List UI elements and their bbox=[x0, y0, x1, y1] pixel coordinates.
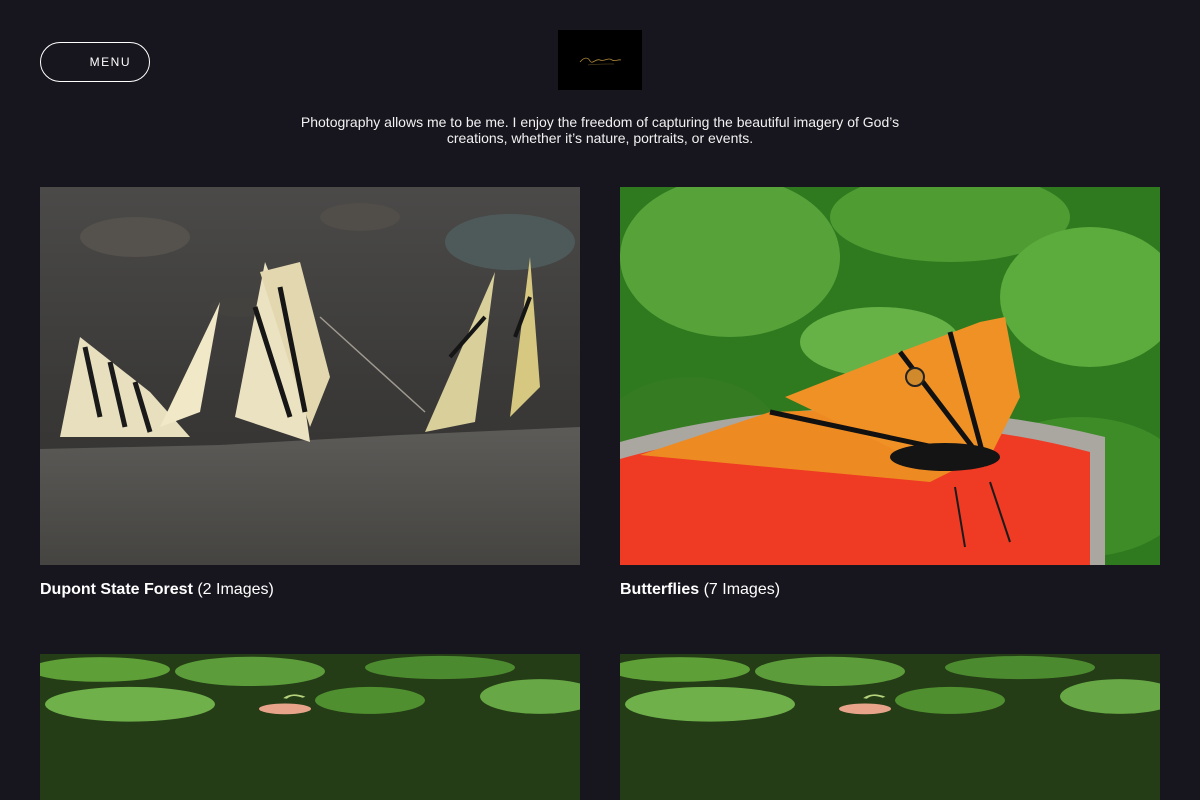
gallery-title: Butterflies bbox=[620, 581, 700, 598]
gallery-item[interactable]: Dupont State Forest (2 Images) bbox=[40, 187, 580, 599]
gallery-thumbnail-flower[interactable] bbox=[40, 654, 580, 800]
site-logo[interactable] bbox=[558, 30, 642, 90]
menu-label: MENU bbox=[89, 55, 131, 69]
page: MENU Photography allows me to be me. I e… bbox=[0, 0, 1200, 800]
gallery-count: (2 Images) bbox=[197, 581, 274, 598]
site-tagline: Photography allows me to be me. I enjoy … bbox=[300, 114, 900, 146]
gallery-thumbnail-flower[interactable] bbox=[620, 654, 1160, 800]
gallery-item[interactable] bbox=[40, 654, 580, 800]
gallery-item[interactable]: Butterflies (7 Images) bbox=[620, 187, 1160, 599]
gallery-caption[interactable]: Butterflies (7 Images) bbox=[620, 581, 1160, 599]
gallery-item[interactable] bbox=[620, 654, 1160, 800]
gallery-thumbnail-monarch[interactable] bbox=[620, 187, 1160, 565]
gallery-count: (7 Images) bbox=[703, 581, 781, 598]
gallery-caption[interactable]: Dupont State Forest (2 Images) bbox=[40, 581, 580, 599]
gallery-thumbnail-swallowtails[interactable] bbox=[40, 187, 580, 565]
logo-signature bbox=[579, 57, 622, 66]
menu-button[interactable]: MENU bbox=[40, 42, 150, 82]
gallery-title: Dupont State Forest bbox=[40, 581, 193, 598]
